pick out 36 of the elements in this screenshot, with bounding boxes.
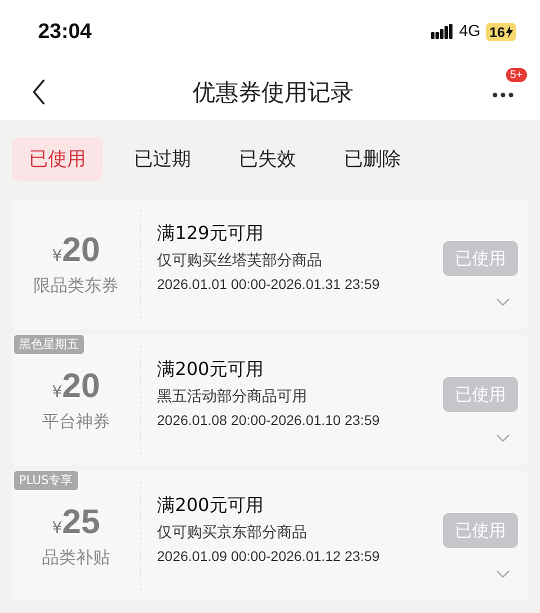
coupon-tag: 黑色星期五	[14, 335, 84, 354]
currency-symbol: ¥	[52, 382, 62, 401]
validity-period: 2026.01.08 20:00-2026.01.10 23:59	[157, 412, 381, 428]
expand-icon[interactable]	[496, 298, 510, 306]
coupon-category: 品类补贴	[42, 547, 110, 569]
expand-icon[interactable]	[496, 434, 510, 442]
coupon-category: 限品类东券	[34, 275, 118, 297]
validity-period: 2026.01.09 00:00-2026.01.12 23:59	[157, 548, 381, 564]
battery-indicator: 16	[486, 23, 516, 41]
coupon-amount: 25	[62, 503, 100, 542]
status-time: 23:04	[38, 20, 92, 44]
coupon-condition: 满200元可用	[157, 494, 264, 517]
coupon-amount: 20	[62, 367, 100, 406]
page-title: 优惠券使用记录	[192, 78, 354, 108]
coupon-tag: PLUS专享	[14, 471, 78, 490]
currency-symbol: ¥	[52, 246, 62, 265]
back-icon[interactable]	[32, 79, 46, 105]
tab[interactable]: 已过期	[117, 137, 208, 181]
coupon-description: 仅可购买丝塔芙部分商品	[157, 251, 323, 270]
tab[interactable]: 已删除	[327, 137, 418, 181]
coupon-condition: 满129元可用	[157, 222, 264, 245]
tab[interactable]: 已失效	[222, 137, 313, 181]
coupon-amount: 20	[62, 231, 100, 270]
more-icon[interactable]	[492, 92, 514, 98]
expand-icon[interactable]	[496, 570, 510, 578]
currency-symbol: ¥	[52, 518, 62, 537]
tab[interactable]: 已使用	[12, 137, 103, 181]
network-label: 4G	[459, 23, 480, 41]
coupon-description: 黑五活动部分商品可用	[157, 387, 308, 406]
signal-icon	[431, 24, 454, 40]
validity-period: 2026.01.01 00:00-2026.01.31 23:59	[157, 276, 381, 292]
coupon-category: 平台神券	[42, 411, 110, 433]
coupon-description: 仅可购买京东部分商品	[157, 523, 308, 542]
charging-icon	[506, 26, 513, 38]
notification-badge: 5+	[506, 68, 527, 82]
coupon-condition: 满200元可用	[157, 358, 264, 381]
